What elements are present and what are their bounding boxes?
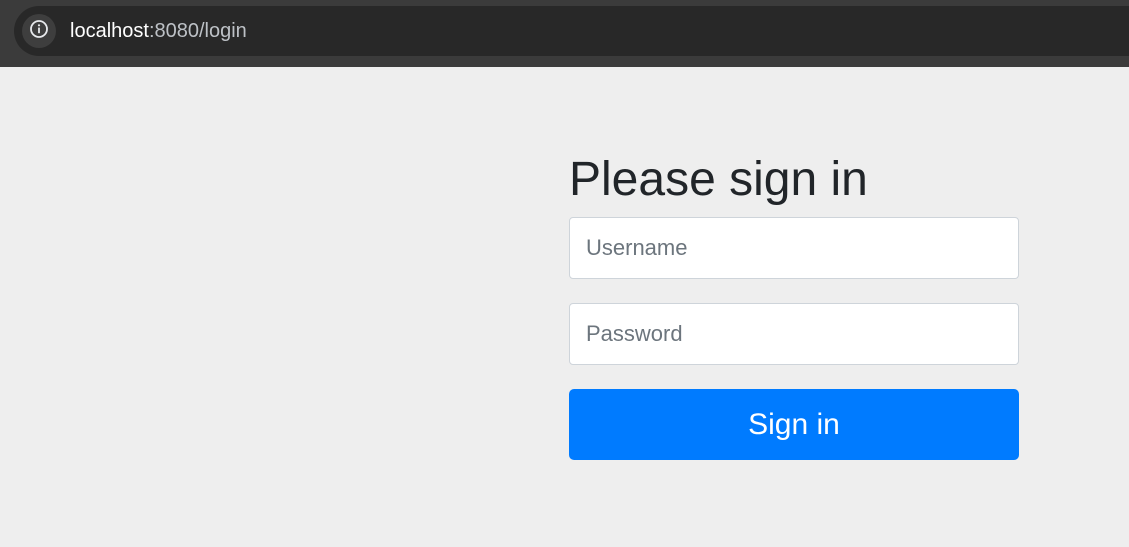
login-page: Please sign in Sign in (0, 67, 1129, 547)
info-circle-icon (29, 19, 49, 44)
username-input[interactable] (569, 217, 1019, 279)
login-form: Please sign in Sign in (569, 152, 1019, 460)
password-input[interactable] (569, 303, 1019, 365)
address-bar-url[interactable]: localhost:8080/login (70, 17, 247, 45)
url-path: :8080/login (148, 20, 247, 42)
site-info-button[interactable] (22, 14, 56, 48)
url-host: localhost (70, 20, 149, 42)
sign-in-button[interactable]: Sign in (569, 389, 1019, 460)
page-title: Please sign in (569, 153, 868, 206)
browser-chrome: localhost:8080/login (0, 0, 1129, 67)
